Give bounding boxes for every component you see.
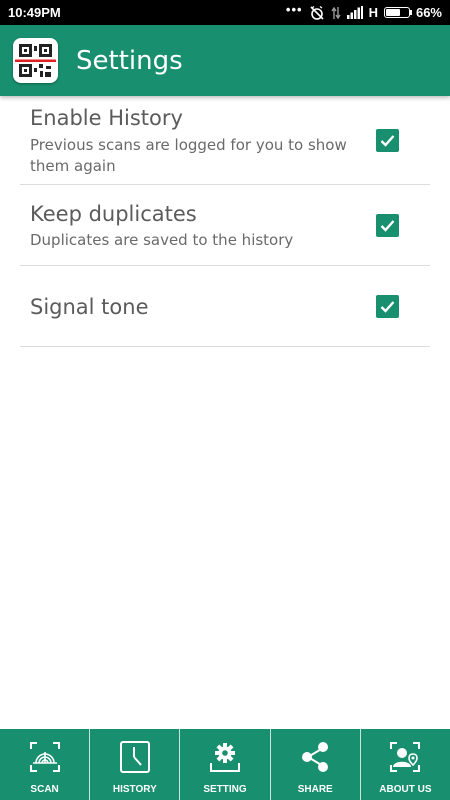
- app-bar: Settings: [0, 25, 450, 96]
- contact-icon: [387, 739, 423, 775]
- nav-scan[interactable]: SCAN: [0, 729, 91, 800]
- notification-dots: •••: [285, 2, 303, 17]
- bottom-nav: SCAN HISTORY SETTING SHARE ABOUT US: [0, 729, 450, 800]
- nav-label: SHARE: [297, 784, 333, 795]
- battery-percent: 66%: [415, 5, 442, 20]
- battery-fill: [385, 9, 400, 16]
- checkmark-icon: [380, 301, 395, 313]
- setting-title: Signal tone: [30, 295, 149, 319]
- checkmark-icon: [380, 135, 395, 147]
- share-icon: [297, 739, 333, 775]
- nav-label: HISTORY: [112, 784, 157, 795]
- enable-history-checkbox[interactable]: [376, 129, 399, 152]
- signal-tone-checkbox[interactable]: [376, 295, 399, 318]
- scan-icon: [27, 739, 63, 775]
- setting-enable-history[interactable]: Enable History Previous scans are logged…: [20, 96, 430, 185]
- setting-signal-tone[interactable]: Signal tone: [20, 266, 430, 347]
- setting-description: Duplicates are saved to the history: [30, 231, 294, 249]
- nav-setting[interactable]: SETTING: [180, 729, 271, 800]
- network-type: H: [368, 5, 378, 20]
- signal-icon: [346, 6, 363, 19]
- status-time: 10:49PM: [8, 5, 61, 20]
- setting-description: Previous scans are logged for you to sho…: [30, 136, 347, 175]
- battery-icon: [383, 7, 410, 18]
- clock-icon: [117, 739, 153, 775]
- battery-tip: [409, 10, 412, 15]
- setting-keep-duplicates[interactable]: Keep duplicates Duplicates are saved to …: [20, 185, 430, 266]
- page-title: Settings: [76, 46, 183, 76]
- setting-title: Keep duplicates: [30, 202, 197, 226]
- checkmark-icon: [380, 220, 395, 232]
- nav-history[interactable]: HISTORY: [90, 729, 181, 800]
- alarm-off-icon: [309, 5, 325, 21]
- setting-title: Enable History: [30, 106, 183, 130]
- battery-indicator: 66%: [383, 5, 442, 20]
- data-arrows-icon: [330, 6, 341, 20]
- nav-about-us[interactable]: ABOUT US: [361, 729, 450, 800]
- nav-label: ABOUT US: [379, 784, 432, 795]
- nav-share[interactable]: SHARE: [271, 729, 361, 800]
- gear-icon: [207, 739, 243, 775]
- nav-label: SCAN: [30, 784, 59, 795]
- qr-code-scanner-icon: [13, 38, 58, 83]
- nav-label: SETTING: [203, 784, 247, 795]
- keep-duplicates-checkbox[interactable]: [376, 214, 399, 237]
- status-bar: 10:49PM ••• H 66%: [0, 0, 450, 25]
- settings-list: Enable History Previous scans are logged…: [20, 96, 430, 347]
